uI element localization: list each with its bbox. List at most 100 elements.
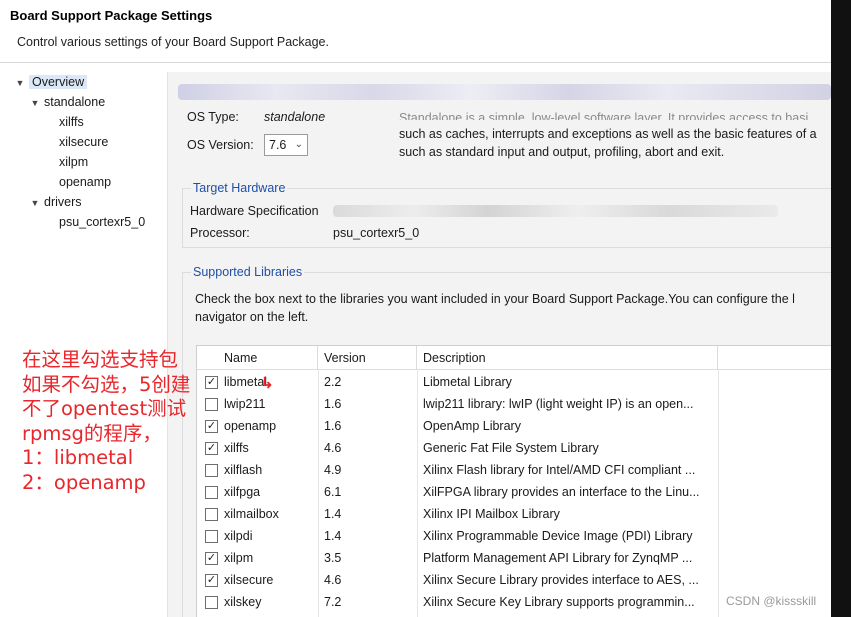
- tree-item-drivers[interactable]: ▼ drivers: [29, 193, 82, 211]
- cell-version: 7.2: [324, 595, 342, 609]
- chevron-down-icon[interactable]: ▼: [29, 94, 41, 112]
- cell-version: 4.6: [324, 441, 342, 455]
- tree-item-xilpm[interactable]: xilpm: [44, 153, 88, 171]
- tree-item-label: xilsecure: [59, 135, 109, 149]
- library-checkbox[interactable]: [205, 596, 218, 609]
- os-description-line-3: such as standard input and output, profi…: [399, 145, 725, 159]
- os-type-value: standalone: [264, 110, 326, 124]
- table-row[interactable]: xilmailbox 1.4 Xilinx IPI Mailbox Library: [197, 503, 831, 525]
- header-separator: [0, 62, 831, 63]
- cell-description: Generic Fat File System Library: [423, 441, 599, 455]
- annotation-line: 1：libmetal: [22, 446, 134, 469]
- cell-version: 1.6: [324, 419, 342, 433]
- cell-version: 4.6: [324, 573, 342, 587]
- library-checkbox[interactable]: ✓: [205, 552, 218, 565]
- libraries-table: Name Version Description ✓ libmetal 2.2 Lib…: [196, 345, 831, 617]
- target-hardware-title: Target Hardware: [191, 181, 288, 195]
- tree-item-xilsecure[interactable]: xilsecure: [44, 133, 108, 151]
- tree-item-openamp[interactable]: openamp: [44, 173, 111, 191]
- cell-version: 1.6: [324, 397, 342, 411]
- annotation-line: 在这里勾选支持包: [22, 348, 179, 371]
- library-checkbox[interactable]: [205, 486, 218, 499]
- tree-item-label: standalone: [44, 95, 106, 109]
- cell-name: xilpm: [224, 551, 254, 565]
- tree-item-label: psu_cortexr5_0: [59, 215, 146, 229]
- tree-item-psu-cortexr5-0[interactable]: psu_cortexr5_0: [44, 213, 145, 231]
- table-row[interactable]: ✓ xilffs 4.6 Generic Fat File System Librar…: [197, 437, 831, 459]
- red-annotation-pen-mark: ↳: [261, 375, 274, 392]
- tree-item-label: xilffs: [59, 115, 84, 129]
- cell-description: OpenAmp Library: [423, 419, 521, 433]
- library-checkbox[interactable]: [205, 398, 218, 411]
- cell-description: lwip211 library: lwIP (light weight IP) …: [423, 397, 694, 411]
- os-version-label: OS Version:: [187, 138, 254, 152]
- processor-label: Processor:: [190, 226, 250, 240]
- library-checkbox[interactable]: [205, 508, 218, 521]
- annotation-line: 不了opentest测试: [22, 397, 187, 420]
- hardware-spec-label: Hardware Specification: [190, 204, 319, 218]
- library-checkbox[interactable]: ✓: [205, 420, 218, 433]
- library-checkbox[interactable]: ✓: [205, 574, 218, 587]
- library-checkbox[interactable]: ✓: [205, 442, 218, 455]
- cell-description: Xilinx Programmable Device Image (PDI) L…: [423, 529, 693, 543]
- cell-name: lwip211: [224, 397, 266, 411]
- table-row[interactable]: xilfpga 6.1 XilFPGA library provides an in…: [197, 481, 831, 503]
- library-checkbox[interactable]: [205, 530, 218, 543]
- cell-name: xilmailbox: [224, 507, 279, 521]
- dialog-title: Board Support Package Settings: [10, 8, 213, 23]
- table-row[interactable]: xilpdi 1.4 Xilinx Programmable Device Imag…: [197, 525, 831, 547]
- cell-version: 1.4: [324, 529, 342, 543]
- cell-version: 6.1: [324, 485, 342, 499]
- chevron-down-icon[interactable]: ▼: [29, 194, 41, 212]
- cell-name: xilskey: [224, 595, 262, 609]
- red-annotation-note: 在这里勾选支持包 如果不勾选，5创建 不了opentest测试 rpmsg的程序， 1：…: [22, 348, 202, 495]
- cell-version: 1.4: [324, 507, 342, 521]
- cell-description: Xilinx IPI Mailbox Library: [423, 507, 560, 521]
- os-version-dropdown[interactable]: 7.6 ⌄: [264, 134, 308, 156]
- libraries-instructions-line-2: navigator on the left.: [195, 310, 309, 324]
- os-description-line-1: Standalone is a simple, low-level softwa…: [399, 111, 809, 120]
- tree-item-label: openamp: [59, 175, 112, 189]
- tree-item-standalone[interactable]: ▼ standalone: [29, 93, 106, 112]
- table-row[interactable]: ✓ xilsecure 4.6 Xilinx Secure Library provi…: [197, 569, 831, 591]
- cell-name: xilfpga: [224, 485, 261, 499]
- annotation-line: rpmsg的程序，: [22, 421, 162, 445]
- tree-item-xilffs[interactable]: xilffs: [44, 113, 84, 131]
- cell-name: xilffs: [224, 441, 249, 455]
- overview-panel: OS Type: standalone OS Version: 7.6 ⌄ St…: [168, 72, 831, 617]
- cell-description: Platform Management API Library for Zynq…: [423, 551, 693, 565]
- table-row[interactable]: ✓ libmetal 2.2 Libmetal Library: [197, 371, 831, 393]
- column-header-description[interactable]: Description: [417, 346, 718, 370]
- chevron-down-icon: ⌄: [294, 139, 303, 150]
- watermark: CSDN @kissskill: [726, 594, 817, 608]
- table-row[interactable]: lwip211 1.6 lwip211 library: lwIP (light w…: [197, 393, 831, 415]
- redacted-header-blur: [178, 84, 831, 100]
- supported-libraries-title: Supported Libraries: [191, 265, 305, 279]
- cell-version: 3.5: [324, 551, 342, 565]
- cell-description: XilFPGA library provides an interface to…: [423, 485, 700, 499]
- column-header-version[interactable]: Version: [318, 346, 417, 370]
- cell-version: 2.2: [324, 375, 342, 389]
- annotation-line: 如果不勾选，5创建: [22, 372, 191, 396]
- window-edge: [831, 0, 851, 617]
- cell-name: xilflash: [224, 463, 263, 477]
- cell-name: xilpdi: [224, 529, 253, 543]
- table-row[interactable]: ✓ openamp 1.6 OpenAmp Library: [197, 415, 831, 437]
- cell-description: Xilinx Secure Library provides interface…: [423, 573, 699, 587]
- library-checkbox[interactable]: [205, 464, 218, 477]
- column-header-name[interactable]: Name: [197, 346, 318, 370]
- cell-version: 4.9: [324, 463, 342, 477]
- cell-name: openamp: [224, 419, 277, 433]
- tree-item-label: xilpm: [59, 155, 89, 169]
- libraries-instructions-line-1: Check the box next to the libraries you …: [195, 292, 795, 306]
- chevron-down-icon[interactable]: ▼: [14, 74, 26, 92]
- library-checkbox[interactable]: ✓: [205, 376, 218, 389]
- tree-item-label: drivers: [44, 195, 82, 209]
- os-type-label: OS Type:: [187, 110, 239, 124]
- annotation-line: 2：openamp: [22, 470, 146, 494]
- table-row[interactable]: xilflash 4.9 Xilinx Flash library for Inte…: [197, 459, 831, 481]
- settings-navigator-tree: ▼ Overview ▼ standalone xilffs xilsecure xilpm…: [10, 72, 168, 617]
- table-row[interactable]: ✓ xilpm 3.5 Platform Management API Library…: [197, 547, 831, 569]
- tree-item-overview[interactable]: ▼ Overview: [14, 73, 88, 92]
- os-description-line-2: such as caches, interrupts and exception…: [399, 127, 817, 141]
